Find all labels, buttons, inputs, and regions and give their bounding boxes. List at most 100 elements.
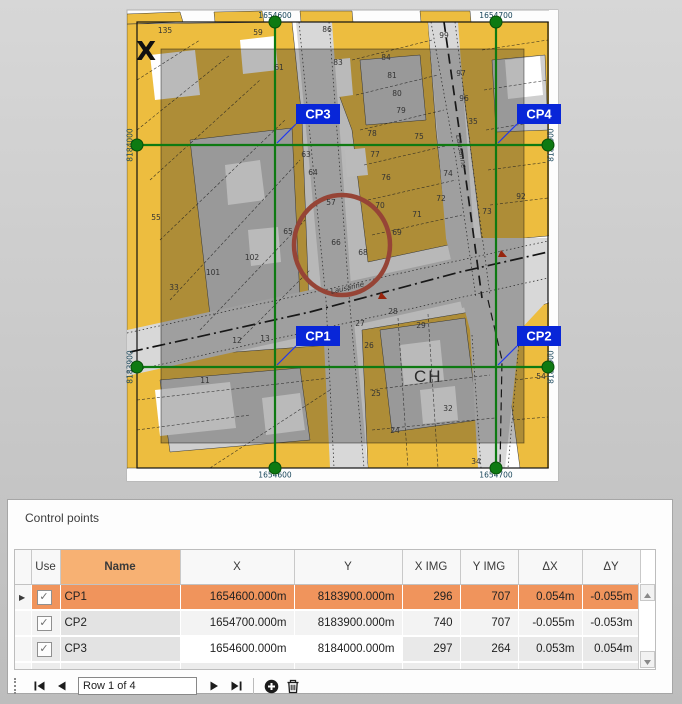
cp-marker-label: CP2	[526, 329, 551, 344]
grid-node-dot[interactable]	[131, 139, 143, 151]
cell-name[interactable]: CP1	[60, 585, 180, 611]
parcel-number: 26	[364, 341, 374, 350]
partial-cell	[15, 662, 31, 670]
parcel-number: 73	[482, 207, 492, 216]
previous-row-button[interactable]	[50, 677, 72, 695]
cell-y-img[interactable]: 707	[460, 585, 518, 611]
cell-x[interactable]: 1654600.000m	[180, 636, 294, 662]
parcel-number: 32	[443, 404, 453, 413]
cell-y[interactable]: 8183900.000m	[294, 610, 402, 636]
first-row-button[interactable]	[28, 677, 50, 695]
cp-marker-label: CP4	[526, 107, 552, 122]
table-row-cp2[interactable]: ✓ CP21654700.000m8183900.000m740707-0.055…	[15, 610, 640, 636]
parcel-number: 83	[333, 58, 343, 67]
table-row-partial[interactable]	[15, 662, 640, 670]
cp-marker-label: CP1	[305, 329, 330, 344]
use-checkbox[interactable]: ✓	[37, 642, 52, 657]
parcel-number: 75	[414, 132, 424, 141]
table-row-cp3[interactable]: ✓ CP31654600.000m8184000.000m2972640.053m…	[15, 636, 640, 662]
column-header-δx[interactable]: ΔX	[518, 550, 582, 585]
cell-x[interactable]: 1654600.000m	[180, 585, 294, 611]
next-row-button[interactable]	[203, 677, 225, 695]
parcel-number: 61	[274, 63, 284, 72]
grid-node-dot[interactable]	[269, 16, 281, 28]
cell-y-img[interactable]: 707	[460, 610, 518, 636]
parcel-number: 70	[375, 201, 385, 210]
control-points-grid[interactable]: UseNameXYX IMGY IMGΔXΔY ▶ ✓ CP11654600.000…	[14, 549, 656, 670]
partial-cell	[460, 662, 518, 670]
cell-x-img[interactable]: 297	[402, 636, 460, 662]
cell-dx[interactable]: 0.053m	[518, 636, 582, 662]
parcel-number: 81	[387, 71, 397, 80]
control-points-table: UseNameXYX IMGY IMGΔXΔY ▶ ✓ CP11654600.000…	[15, 550, 641, 670]
parcel-number: 97	[456, 69, 466, 78]
table-row-cp1[interactable]: ▶ ✓ CP11654600.000m8183900.000m2967070.054…	[15, 585, 640, 611]
parcel-number: 96	[459, 94, 469, 103]
grid-node-dot[interactable]	[490, 16, 502, 28]
cell-dx[interactable]: 0.054m	[518, 585, 582, 611]
x-annotation-mark: X	[136, 37, 156, 67]
partial-cell	[518, 662, 582, 670]
grid-node-dot[interactable]	[131, 361, 143, 373]
cell-dy[interactable]: -0.053m	[582, 610, 640, 636]
cell-y[interactable]: 8183900.000m	[294, 585, 402, 611]
parcel-number: 74	[443, 169, 453, 178]
parcel-number: 84	[381, 53, 391, 62]
row-indicator-cell: ▶	[15, 585, 31, 611]
parcel-number: 59	[253, 28, 263, 37]
toolbar-grip[interactable]	[14, 678, 20, 694]
parcel-number: 25	[371, 389, 381, 398]
map-view[interactable]: X CH 16546001654600165470016547008184000…	[0, 0, 682, 494]
cell-x[interactable]: 1654700.000m	[180, 610, 294, 636]
parcel-number: 102	[245, 253, 260, 262]
delete-control-point-button[interactable]	[282, 677, 304, 695]
sheet-margin-right	[549, 10, 558, 481]
grid-node-dot[interactable]	[269, 462, 281, 474]
cell-name[interactable]: CP2	[60, 610, 180, 636]
parcel-number: 101	[206, 268, 221, 277]
grid-node-dot[interactable]	[490, 462, 502, 474]
column-header-name[interactable]: Name	[60, 550, 180, 585]
last-row-button[interactable]	[225, 677, 247, 695]
scroll-down-button[interactable]	[640, 651, 655, 668]
georeference-extent-overlay[interactable]	[161, 49, 524, 443]
row-indicator-cell	[15, 636, 31, 662]
use-checkbox[interactable]: ✓	[37, 616, 52, 631]
parcel-number: 63	[301, 150, 311, 159]
column-header-δy[interactable]: ΔY	[582, 550, 640, 585]
partial-cell	[60, 662, 180, 670]
grid-scrollbar[interactable]	[638, 583, 655, 669]
column-header-x[interactable]: X	[180, 550, 294, 585]
add-control-point-button[interactable]	[260, 677, 282, 695]
partial-cell	[582, 662, 640, 670]
cell-y-img[interactable]: 264	[460, 636, 518, 662]
parcel-number: 27	[355, 319, 365, 328]
parcel-number: 55	[151, 213, 161, 222]
cell-dy[interactable]: 0.054m	[582, 636, 640, 662]
column-header-x-img[interactable]: X IMG	[402, 550, 460, 585]
cp-marker-label: CP3	[305, 107, 330, 122]
grid-node-dot[interactable]	[542, 139, 554, 151]
parcel-number: 99	[439, 31, 449, 40]
cell-x-img[interactable]: 296	[402, 585, 460, 611]
use-checkbox[interactable]: ✓	[37, 590, 52, 605]
parcel-number: 35	[468, 117, 478, 126]
application-window: X CH 16546001654600165470016547008184000…	[0, 0, 682, 704]
cell-dx[interactable]: -0.055m	[518, 610, 582, 636]
cell-dy[interactable]: -0.055m	[582, 585, 640, 611]
parcel-number: 66	[331, 238, 341, 247]
row-indicator-header	[15, 550, 31, 585]
scroll-up-button[interactable]	[640, 584, 655, 601]
parcel-number: 11	[200, 376, 210, 385]
control-points-panel: Control points UseNameXYX IMGY IMGΔXΔY ▶…	[7, 499, 673, 694]
parcel-number: 13	[260, 334, 270, 343]
cell-y[interactable]: 8184000.000m	[294, 636, 402, 662]
row-position-input[interactable]	[78, 677, 197, 695]
column-header-y-img[interactable]: Y IMG	[460, 550, 518, 585]
cell-x-img[interactable]: 740	[402, 610, 460, 636]
cell-name[interactable]: CP3	[60, 636, 180, 662]
parcel-number: 76	[381, 173, 391, 182]
column-header-use[interactable]: Use	[31, 550, 60, 585]
column-header-y[interactable]: Y	[294, 550, 402, 585]
parcel-number: 24	[390, 426, 400, 435]
